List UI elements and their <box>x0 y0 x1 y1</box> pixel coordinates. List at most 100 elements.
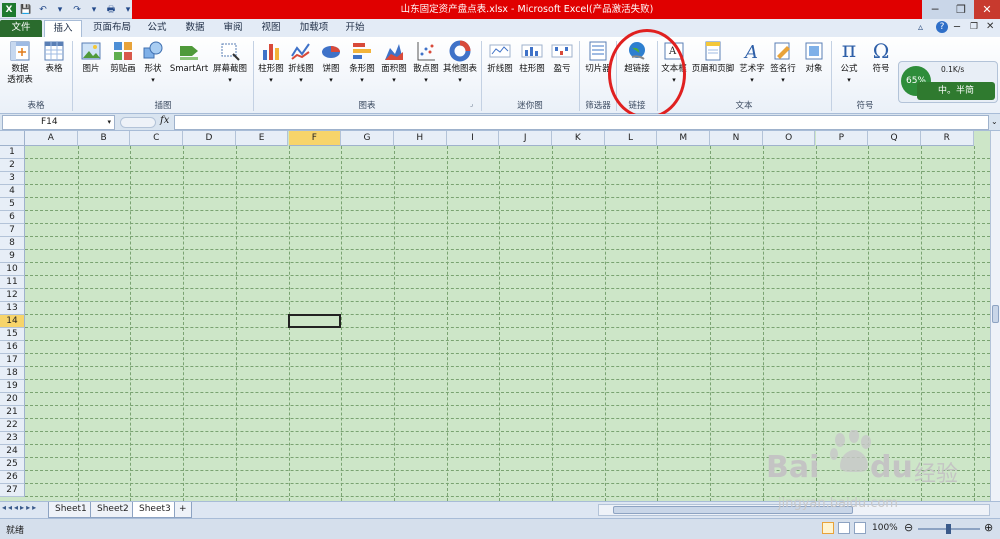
column-header-O[interactable]: O <box>762 131 816 146</box>
column-header-M[interactable]: M <box>657 131 711 146</box>
row-header-18[interactable]: 18 <box>0 367 25 380</box>
sheet-nav-arrows-icon[interactable]: ◂◂◂▸▸▸ <box>2 503 38 512</box>
row-header-23[interactable]: 23 <box>0 432 25 445</box>
row-header-25[interactable]: 25 <box>0 458 25 471</box>
ime-status-bar[interactable]: 中。半简 <box>917 82 995 100</box>
column-header-P[interactable]: P <box>815 131 869 146</box>
row-header-19[interactable]: 19 <box>0 380 25 393</box>
row-header-22[interactable]: 22 <box>0 419 25 432</box>
row-header-6[interactable]: 6 <box>0 211 25 224</box>
column-header-B[interactable]: B <box>77 131 131 146</box>
row-header-13[interactable]: 13 <box>0 302 25 315</box>
sheet-tab-1[interactable]: Sheet1 <box>48 502 94 518</box>
zoom-out-icon[interactable]: ⊖ <box>904 521 913 534</box>
page-break-view-icon[interactable] <box>854 522 866 534</box>
column-header-N[interactable]: N <box>710 131 763 146</box>
column-header-J[interactable]: J <box>499 131 552 146</box>
column-header-L[interactable]: L <box>604 131 658 146</box>
name-box-dropdown-icon[interactable]: ▾ <box>107 116 111 129</box>
line-chart-button[interactable]: 折线图 ▾ <box>286 40 316 86</box>
tab-addins[interactable]: 加载项 <box>294 20 334 37</box>
sheet-tab-3[interactable]: Sheet3 <box>132 502 178 518</box>
column-chart-button[interactable]: 柱形图 ▾ <box>256 40 286 86</box>
dialog-launcher-icon[interactable]: ⌟ <box>470 100 473 108</box>
sparkline-line-button[interactable]: 折线图 <box>484 40 516 75</box>
equation-button[interactable]: π 公式 ▾ <box>834 40 864 86</box>
row-header-10[interactable]: 10 <box>0 263 25 276</box>
row-header-4[interactable]: 4 <box>0 185 25 198</box>
zoom-in-icon[interactable]: ⊕ <box>984 521 993 534</box>
row-header-12[interactable]: 12 <box>0 289 25 302</box>
column-header-Q[interactable]: Q <box>868 131 921 146</box>
tab-view[interactable]: 视图 <box>256 20 286 37</box>
row-header-27[interactable]: 27 <box>0 484 25 497</box>
window-close-icon[interactable]: ✕ <box>986 21 994 32</box>
row-header-21[interactable]: 21 <box>0 406 25 419</box>
expand-formula-bar-icon[interactable]: ⌄ <box>991 117 998 126</box>
column-header-A[interactable]: A <box>25 131 78 146</box>
active-cell[interactable] <box>287 314 342 328</box>
insert-function-icon[interactable]: fx <box>160 115 169 126</box>
row-header-5[interactable]: 5 <box>0 198 25 211</box>
row-header-8[interactable]: 8 <box>0 237 25 250</box>
save-icon[interactable]: 💾 <box>19 3 33 17</box>
scatter-chart-button[interactable]: 散点图 ▾ <box>410 40 442 86</box>
row-header-17[interactable]: 17 <box>0 354 25 367</box>
pivot-table-button[interactable]: 数据 透视表 <box>4 40 36 86</box>
row-header-3[interactable]: 3 <box>0 172 25 185</box>
sparkline-winloss-button[interactable]: 盈亏 <box>548 40 576 75</box>
row-header-9[interactable]: 9 <box>0 250 25 263</box>
row-header-20[interactable]: 20 <box>0 393 25 406</box>
name-box[interactable]: F14 ▾ <box>2 115 115 130</box>
column-header-K[interactable]: K <box>552 131 605 146</box>
bar-chart-button[interactable]: 条形图 ▾ <box>346 40 378 86</box>
formula-input[interactable] <box>174 115 989 130</box>
column-header-E[interactable]: E <box>235 131 289 146</box>
table-button[interactable]: 表格 <box>40 40 68 75</box>
signature-line-button[interactable]: 签名行 ▾ <box>767 40 799 86</box>
screenshot-button[interactable]: 屏幕截图 ▾ <box>210 40 250 86</box>
print-preview-icon[interactable]: 🖶 <box>104 3 118 17</box>
column-header-G[interactable]: G <box>341 131 394 146</box>
tab-formulas[interactable]: 公式 <box>142 20 172 37</box>
window-restore-icon[interactable]: ❐ <box>970 22 978 32</box>
column-header-D[interactable]: D <box>183 131 236 146</box>
restore-icon[interactable]: ❐ <box>948 0 974 19</box>
formula-bar-resizer[interactable] <box>120 117 156 128</box>
row-header-11[interactable]: 11 <box>0 276 25 289</box>
sheet-tab-2[interactable]: Sheet2 <box>90 502 136 518</box>
select-all-corner[interactable] <box>0 131 25 146</box>
redo-icon[interactable]: ↷ <box>70 3 84 17</box>
row-header-24[interactable]: 24 <box>0 445 25 458</box>
row-header-2[interactable]: 2 <box>0 159 25 172</box>
object-button[interactable]: 对象 <box>799 40 829 75</box>
zoom-slider-thumb[interactable] <box>946 524 951 534</box>
row-header-26[interactable]: 26 <box>0 471 25 484</box>
minimize-icon[interactable]: ─ <box>922 0 948 19</box>
help-icon[interactable]: ? <box>936 21 948 33</box>
ribbon-collapse-icon[interactable]: ▵ <box>918 22 923 33</box>
tab-home[interactable]: 开始 <box>340 20 370 37</box>
row-header-1[interactable]: 1 <box>0 146 25 159</box>
sparkline-column-button[interactable]: 柱形图 <box>516 40 548 75</box>
column-header-H[interactable]: H <box>393 131 447 146</box>
page-layout-view-icon[interactable] <box>838 522 850 534</box>
area-chart-button[interactable]: 面积图 ▾ <box>378 40 410 86</box>
tab-review[interactable]: 审阅 <box>218 20 248 37</box>
vertical-scroll-thumb[interactable] <box>992 305 999 323</box>
pie-chart-button[interactable]: 饼图 ▾ <box>316 40 346 86</box>
dropdown-icon[interactable]: ▾ <box>87 3 101 17</box>
column-header-F[interactable]: F <box>288 131 342 146</box>
row-header-14[interactable]: 14 <box>0 315 25 328</box>
tab-data[interactable]: 数据 <box>180 20 210 37</box>
window-minimize-icon[interactable]: ─ <box>954 22 960 33</box>
close-icon[interactable]: ✕ <box>974 0 1000 19</box>
row-header-16[interactable]: 16 <box>0 341 25 354</box>
tab-page-layout[interactable]: 页面布局 <box>86 20 138 37</box>
dropdown-icon[interactable]: ▾ <box>53 3 67 17</box>
wordart-button[interactable]: A 艺术字 ▾ <box>737 40 767 86</box>
column-header-I[interactable]: I <box>446 131 500 146</box>
insert-sheet-icon[interactable]: + <box>174 502 192 518</box>
normal-view-icon[interactable] <box>822 522 834 534</box>
tab-insert[interactable]: 插入 <box>44 20 82 37</box>
